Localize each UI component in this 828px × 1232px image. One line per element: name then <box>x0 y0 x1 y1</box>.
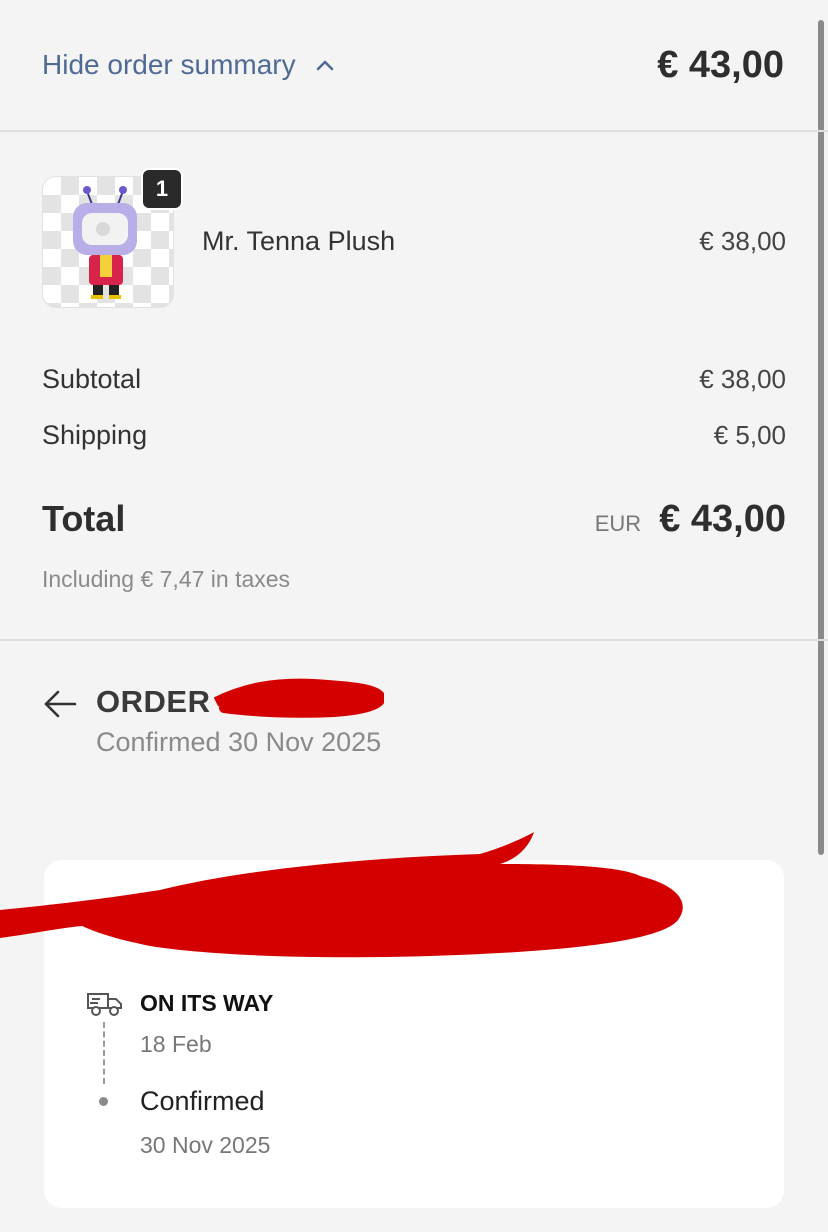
product-price: € 38,00 <box>699 226 786 256</box>
status-current-title: ON ITS WAY <box>140 990 274 1016</box>
taxes-note: Including € 7,47 in taxes <box>42 566 291 592</box>
timeline-dot <box>99 1097 108 1106</box>
subtotal-label: Subtotal <box>42 364 142 394</box>
order-summary-header: Hide order summary € 43,00 <box>0 0 828 132</box>
product-name: Mr. Tenna Plush <box>202 226 396 256</box>
line-item: 1 Mr. Tenna Plush € 38,00 <box>42 168 786 312</box>
shipping-label: Shipping <box>42 420 148 450</box>
order-number-heading: ORDER <box>96 684 211 719</box>
hide-order-summary-button[interactable]: Hide order summary <box>42 49 336 81</box>
back-arrow-icon[interactable] <box>42 688 78 720</box>
redaction-scribble <box>0 832 683 958</box>
status-current-date: 18 Feb <box>140 1031 212 1057</box>
total-amount-group: EUR € 43,00 <box>595 498 786 541</box>
timeline-connector <box>103 1022 105 1084</box>
redaction-scribble <box>214 678 384 718</box>
scrollbar[interactable] <box>818 20 824 855</box>
subtotal-value: € 38,00 <box>699 364 786 394</box>
section-divider <box>0 639 828 641</box>
quantity-badge: 1 <box>141 168 183 210</box>
total-label: Total <box>42 498 126 539</box>
status-previous-date: 30 Nov 2025 <box>140 1132 271 1158</box>
chevron-up-icon <box>316 60 333 71</box>
shipping-row: Shipping € 5,00 <box>42 420 786 451</box>
currency-code: EUR <box>594 511 642 536</box>
subtotal-row: Subtotal € 38,00 <box>42 364 786 395</box>
total-row: Total EUR € 43,00 <box>42 498 786 541</box>
hide-order-summary-label: Hide order summary <box>42 49 296 80</box>
truck-icon <box>87 993 122 1016</box>
order-confirmed-date: Confirmed 30 Nov 2025 <box>96 727 382 757</box>
total-amount: € 43,00 <box>659 498 786 540</box>
shipping-value: € 5,00 <box>713 420 786 450</box>
status-previous-label: Confirmed <box>140 1086 265 1116</box>
header-total-amount: € 43,00 <box>657 43 784 86</box>
